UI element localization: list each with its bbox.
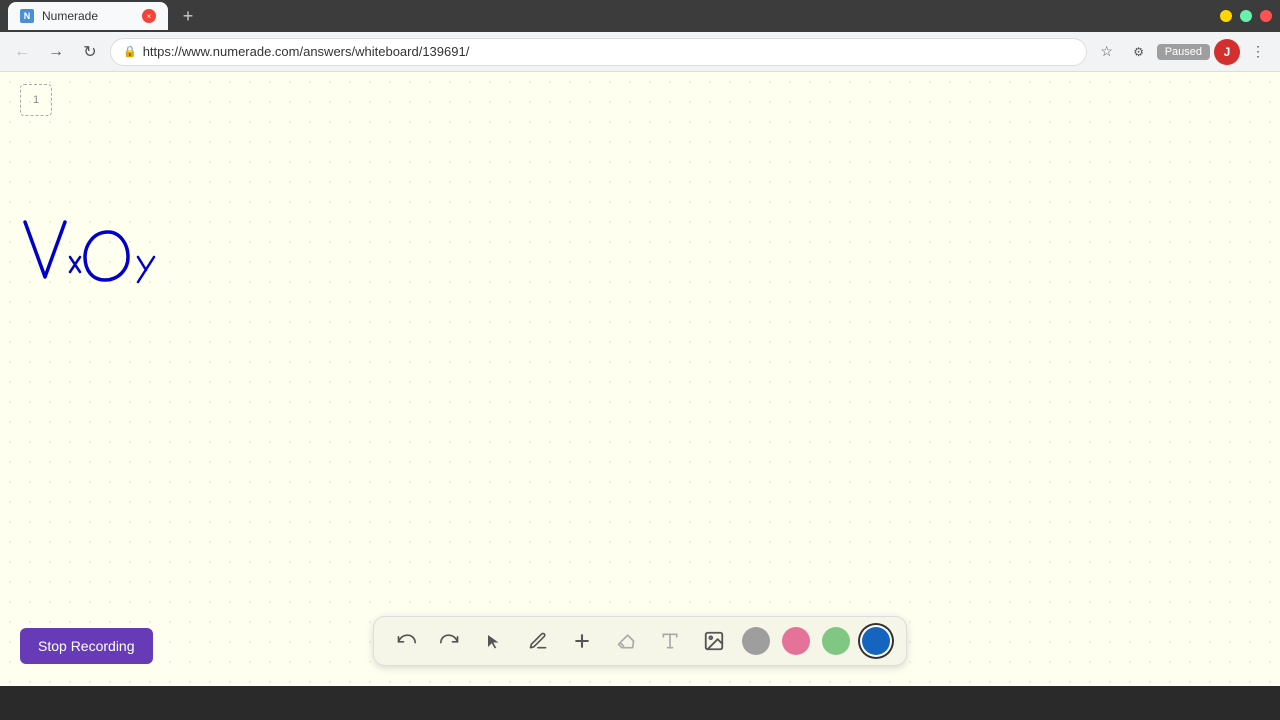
select-tool-button[interactable] bbox=[478, 625, 510, 657]
browser-window: N Numerade × + ← → ↻ 🔒 https://www.numer… bbox=[0, 0, 1280, 720]
tab-close-button[interactable]: × bbox=[142, 9, 156, 23]
color-light-green[interactable] bbox=[822, 627, 850, 655]
stop-recording-button[interactable]: Stop Recording bbox=[20, 628, 153, 664]
maximize-button[interactable] bbox=[1240, 10, 1252, 22]
eraser-tool-button[interactable] bbox=[610, 625, 642, 657]
window-controls bbox=[1220, 10, 1272, 22]
navigation-bar: ← → ↻ 🔒 https://www.numerade.com/answers… bbox=[0, 32, 1280, 72]
lock-icon: 🔒 bbox=[123, 45, 137, 58]
bookmarks-button[interactable]: ☆ bbox=[1093, 38, 1121, 66]
tab-title: Numerade bbox=[42, 9, 98, 23]
math-drawing bbox=[20, 212, 220, 297]
math-svg bbox=[20, 212, 220, 292]
active-tab[interactable]: N Numerade × bbox=[8, 2, 168, 30]
bottom-toolbar bbox=[373, 616, 907, 666]
text-tool-button[interactable] bbox=[654, 625, 686, 657]
paused-badge[interactable]: Paused bbox=[1157, 44, 1210, 60]
add-button[interactable] bbox=[566, 625, 598, 657]
page-indicator: 1 bbox=[20, 84, 52, 116]
color-pink[interactable] bbox=[782, 627, 810, 655]
undo-button[interactable] bbox=[390, 625, 422, 657]
forward-button[interactable]: → bbox=[42, 38, 70, 66]
address-bar[interactable]: 🔒 https://www.numerade.com/answers/white… bbox=[110, 38, 1087, 66]
extensions-button[interactable]: ⚙ bbox=[1125, 38, 1153, 66]
whiteboard-canvas[interactable]: 1 Stop Recording bbox=[0, 72, 1280, 686]
browser-actions: ☆ ⚙ Paused J ⋮ bbox=[1093, 38, 1272, 66]
page-number: 1 bbox=[33, 94, 39, 106]
close-button[interactable] bbox=[1260, 10, 1272, 22]
color-blue[interactable] bbox=[862, 627, 890, 655]
profile-button[interactable]: J bbox=[1214, 39, 1240, 65]
url-text: https://www.numerade.com/answers/whitebo… bbox=[143, 44, 470, 59]
menu-button[interactable]: ⋮ bbox=[1244, 38, 1272, 66]
back-button[interactable]: ← bbox=[8, 38, 36, 66]
minimize-button[interactable] bbox=[1220, 10, 1232, 22]
new-tab-button[interactable]: + bbox=[174, 2, 202, 30]
pen-tool-button[interactable] bbox=[522, 625, 554, 657]
tab-favicon: N bbox=[20, 9, 34, 23]
refresh-button[interactable]: ↻ bbox=[76, 38, 104, 66]
image-tool-button[interactable] bbox=[698, 625, 730, 657]
redo-button[interactable] bbox=[434, 625, 466, 657]
title-bar: N Numerade × + bbox=[0, 0, 1280, 32]
color-gray[interactable] bbox=[742, 627, 770, 655]
